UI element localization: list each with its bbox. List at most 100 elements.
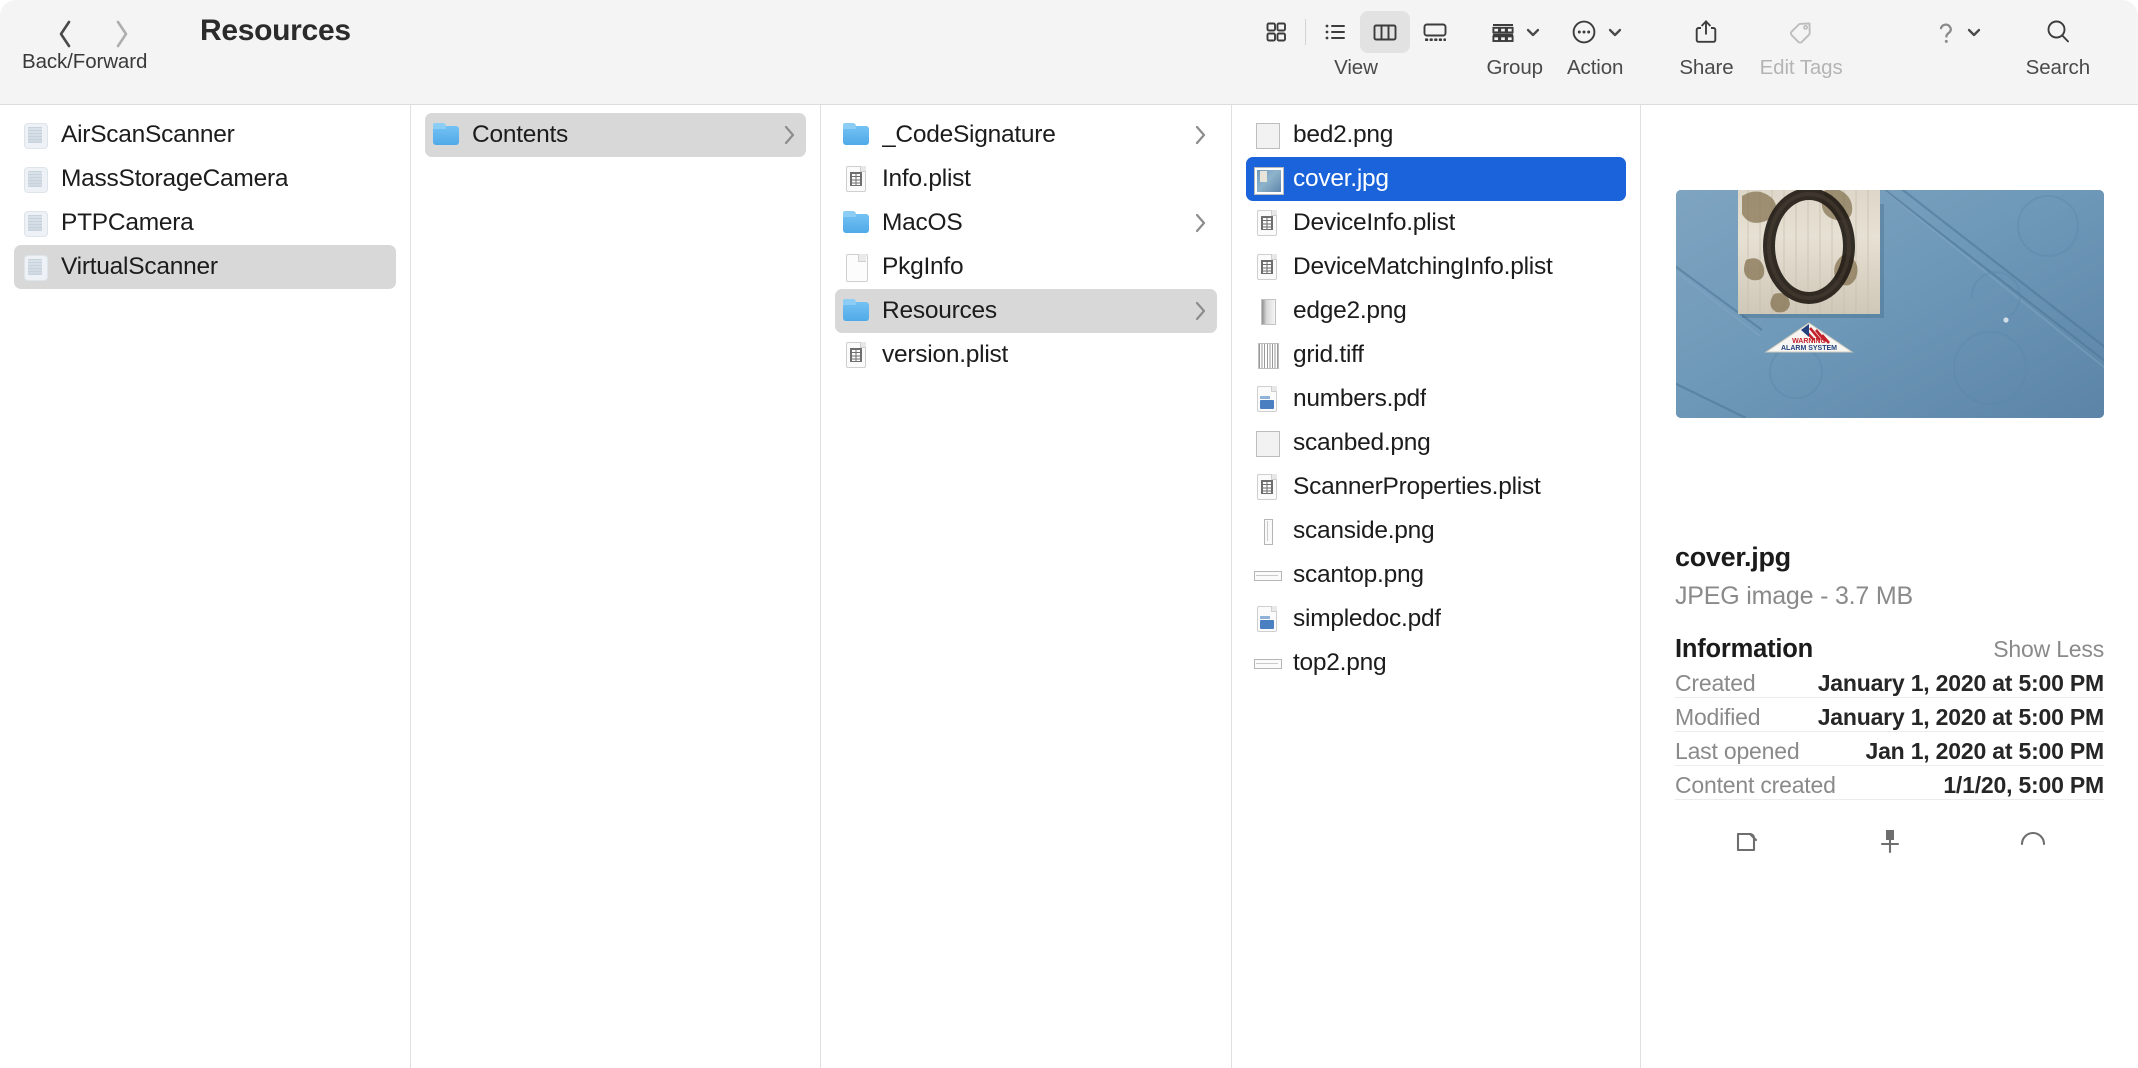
metadata-row: Content created 1/1/20, 5:00 PM	[1675, 766, 2104, 800]
list-item[interactable]: _CodeSignature	[835, 113, 1217, 157]
markup-button[interactable]	[1864, 824, 1916, 858]
list-item-label: PkgInfo	[882, 253, 963, 281]
share-control[interactable]: Share	[1679, 0, 1733, 80]
help-control[interactable]	[1933, 0, 1982, 54]
list-item[interactable]: grid.tiff	[1246, 333, 1626, 377]
metadata-value: January 1, 2020 at 5:00 PM	[1818, 704, 2104, 731]
pdf-icon	[1254, 604, 1280, 634]
list-item[interactable]: Info.plist	[835, 157, 1217, 201]
list-item-label: DeviceMatchingInfo.plist	[1293, 253, 1553, 281]
toolbar-right-group: View	[1251, 0, 2138, 105]
png-wide-icon	[1254, 560, 1280, 590]
quick-actions-bar	[1675, 824, 2104, 858]
question-mark-icon	[1933, 16, 1959, 48]
png-edge-icon	[1254, 296, 1280, 326]
list-item-label: grid.tiff	[1293, 341, 1364, 369]
list-item[interactable]: PTPCamera	[14, 201, 396, 245]
list-item[interactable]: numbers.pdf	[1246, 377, 1626, 421]
disclosure-chevron-icon	[1194, 213, 1207, 233]
png-blank-icon	[1254, 428, 1280, 458]
jpeg-image-icon	[1254, 164, 1280, 194]
document-icon	[843, 252, 869, 282]
list-item-label: scantop.png	[1293, 561, 1424, 589]
more-actions-button[interactable]	[2007, 824, 2059, 858]
list-item-label: ScannerProperties.plist	[1293, 473, 1541, 501]
edit-tags-button[interactable]	[1785, 17, 1817, 47]
list-item[interactable]: top2.png	[1246, 641, 1626, 685]
list-item[interactable]: simpledoc.pdf	[1246, 597, 1626, 641]
help-button[interactable]	[1933, 16, 1959, 48]
action-button[interactable]	[1568, 17, 1600, 47]
plist-icon	[843, 340, 869, 370]
list-item[interactable]: MacOS	[835, 201, 1217, 245]
finder-window: Back/Forward Resources	[0, 0, 2138, 1068]
svg-text:ALARM SYSTEM: ALARM SYSTEM	[1781, 345, 1837, 352]
list-item[interactable]: scanside.png	[1246, 509, 1626, 553]
chevron-down-icon	[1966, 24, 1982, 40]
rotate-left-button[interactable]	[1721, 824, 1773, 858]
list-item-selected[interactable]: Contents	[425, 113, 806, 157]
column-view-icon	[1370, 18, 1400, 46]
list-item-selected[interactable]: Resources	[835, 289, 1217, 333]
list-item[interactable]: AirScanScanner	[14, 113, 396, 157]
list-item-label: numbers.pdf	[1293, 385, 1426, 413]
view-option-column[interactable]	[1360, 11, 1410, 53]
share-label: Share	[1679, 56, 1733, 80]
back-forward-label: Back/Forward	[22, 50, 147, 74]
group-button[interactable]	[1488, 18, 1518, 46]
list-item[interactable]: scantop.png	[1246, 553, 1626, 597]
metadata-key: Created	[1675, 670, 1755, 697]
show-less-toggle[interactable]: Show Less	[1993, 636, 2104, 663]
list-item[interactable]: ScannerProperties.plist	[1246, 465, 1626, 509]
list-item[interactable]: version.plist	[835, 333, 1217, 377]
share-button[interactable]	[1691, 16, 1721, 48]
list-item-label: version.plist	[882, 341, 1008, 369]
chevron-right-icon	[113, 19, 130, 49]
view-option-icon[interactable]	[1251, 11, 1301, 53]
more-actions-icon	[2016, 824, 2050, 858]
folder-icon	[433, 120, 459, 150]
list-item-label: DeviceInfo.plist	[1293, 209, 1455, 237]
preview-kind-size: JPEG image - 3.7 MB	[1675, 582, 2104, 611]
metadata-value: Jan 1, 2020 at 5:00 PM	[1865, 738, 2104, 765]
app-bundle-icon	[22, 252, 48, 282]
list-item[interactable]: DeviceMatchingInfo.plist	[1246, 245, 1626, 289]
search-control[interactable]: Search	[2026, 0, 2090, 80]
view-option-list[interactable]	[1310, 11, 1360, 53]
view-segmented-control[interactable]	[1251, 10, 1460, 54]
preview-thumbnail: WARNING ALARM SYSTEM	[1676, 190, 2104, 418]
column-4[interactable]: bed2.png cover.jpg DeviceInfo.plist Devi…	[1232, 105, 1641, 1068]
group-control[interactable]: Group	[1486, 0, 1542, 80]
column-1[interactable]: AirScanScanner MassStorageCamera PTPCame…	[0, 105, 411, 1068]
app-bundle-icon	[22, 208, 48, 238]
list-item[interactable]: scanbed.png	[1246, 421, 1626, 465]
search-button[interactable]	[2042, 16, 2074, 48]
action-control[interactable]: Action	[1567, 0, 1623, 80]
view-option-gallery[interactable]	[1410, 11, 1460, 53]
view-seg-divider	[1305, 19, 1306, 45]
list-item-selected[interactable]: cover.jpg	[1246, 157, 1626, 201]
information-section-header: Information Show Less	[1675, 635, 2104, 664]
column-3[interactable]: _CodeSignature Info.plist MacOS PkgInfo …	[821, 105, 1232, 1068]
action-label: Action	[1567, 56, 1623, 80]
list-item[interactable]: MassStorageCamera	[14, 157, 396, 201]
disclosure-chevron-icon	[1194, 125, 1207, 145]
list-item-label: MacOS	[882, 209, 962, 237]
column-2[interactable]: Contents	[411, 105, 821, 1068]
column-browser: AirScanScanner MassStorageCamera PTPCame…	[0, 105, 2138, 1068]
edit-tags-control[interactable]: Edit Tags	[1760, 0, 1843, 80]
list-item-label: Resources	[882, 297, 997, 325]
list-item[interactable]: edge2.png	[1246, 289, 1626, 333]
view-control-label: View	[1334, 56, 1378, 80]
list-item-label: scanside.png	[1293, 517, 1434, 545]
preview-pane: WARNING ALARM SYSTEM cover.jpg JPEG imag…	[1641, 105, 2138, 1068]
pdf-icon	[1254, 384, 1280, 414]
list-item[interactable]: DeviceInfo.plist	[1246, 201, 1626, 245]
tiff-grid-icon	[1254, 340, 1280, 370]
metadata-key: Content created	[1675, 772, 1836, 799]
list-item[interactable]: PkgInfo	[835, 245, 1217, 289]
list-item-selected[interactable]: VirtualScanner	[14, 245, 396, 289]
app-bundle-icon	[22, 164, 48, 194]
list-item[interactable]: bed2.png	[1246, 113, 1626, 157]
disclosure-chevron-icon	[783, 125, 796, 145]
